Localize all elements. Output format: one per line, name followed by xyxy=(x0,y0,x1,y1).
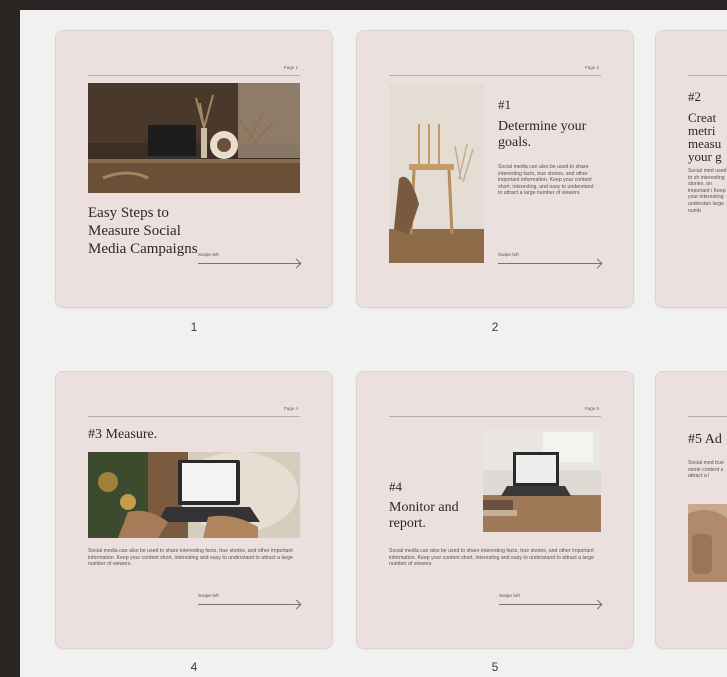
cover-title: Easy Steps to Measure Social Media Campa… xyxy=(88,205,198,257)
step-number: #1 xyxy=(498,97,511,112)
divider xyxy=(389,75,601,76)
swipe-left-label: Swipe left xyxy=(198,253,219,258)
step-title: Monitor and report. xyxy=(389,500,459,531)
arrow-right-icon xyxy=(198,263,300,264)
laptop-desk-photo xyxy=(483,430,601,532)
step-body: Social media can also be used to share i… xyxy=(498,164,594,197)
arrow-right-icon xyxy=(198,604,300,605)
page-thumbnail-1[interactable]: Page 1 Easy Steps to Measure Social Medi… xyxy=(56,31,332,307)
swipe-left-label: Swipe left xyxy=(198,594,219,599)
page-number: 2 xyxy=(491,320,499,334)
laptop-photo xyxy=(88,452,300,538)
page-label: Page 2 xyxy=(584,65,599,70)
swipe-left-label: Swipe left xyxy=(499,594,520,599)
page-label: Page 1 xyxy=(283,65,298,70)
step-title: Determine your goals. xyxy=(498,119,587,150)
page-label: Page 5 xyxy=(584,406,599,411)
step-body: Social med used to sh interesting storie… xyxy=(688,168,727,214)
page-number: 1 xyxy=(190,320,198,334)
divider xyxy=(688,75,727,76)
desk-photo xyxy=(88,83,300,193)
page-number: 4 xyxy=(190,660,198,674)
divider xyxy=(688,416,727,417)
divider xyxy=(88,416,300,417)
step-title: #3 Measure. xyxy=(88,427,158,442)
divider xyxy=(88,75,300,76)
page-thumbnail-5[interactable]: Page 5 #4 Monitor and report. Social med… xyxy=(357,372,633,648)
step-body: Social media can also be used to share i… xyxy=(88,548,294,568)
arrow-right-icon xyxy=(498,263,601,264)
page-thumbnail-6[interactable]: #5 Ad Social med true storie content s a… xyxy=(656,372,727,648)
page-thumbnail-4[interactable]: Page 4 #3 Measure. Social media can also… xyxy=(56,372,332,648)
step-title: #5 Ad xyxy=(688,432,722,447)
swipe-left-label: Swipe left xyxy=(498,253,519,258)
step-title: Creat metri measu your g xyxy=(688,110,722,164)
step-number: #4 xyxy=(389,479,402,494)
divider xyxy=(389,416,601,417)
page-thumbnail-3[interactable]: #2 Creat metri measu your g Social med u… xyxy=(656,31,727,307)
step-body: Social med true storie content s attract… xyxy=(688,460,725,480)
sofa-photo xyxy=(688,504,727,582)
chair-photo xyxy=(389,84,484,263)
step-body: Social media can also be used to share i… xyxy=(389,548,595,568)
page-thumbnail-2[interactable]: Page 2 #1 Determine your goals. Social m… xyxy=(357,31,633,307)
page-label: Page 4 xyxy=(283,406,298,411)
step-number: #2 xyxy=(688,89,701,104)
thumbnail-grid: Page 1 Easy Steps to Measure Social Medi… xyxy=(20,10,727,677)
page-number: 5 xyxy=(491,660,499,674)
arrow-right-icon xyxy=(499,604,601,605)
